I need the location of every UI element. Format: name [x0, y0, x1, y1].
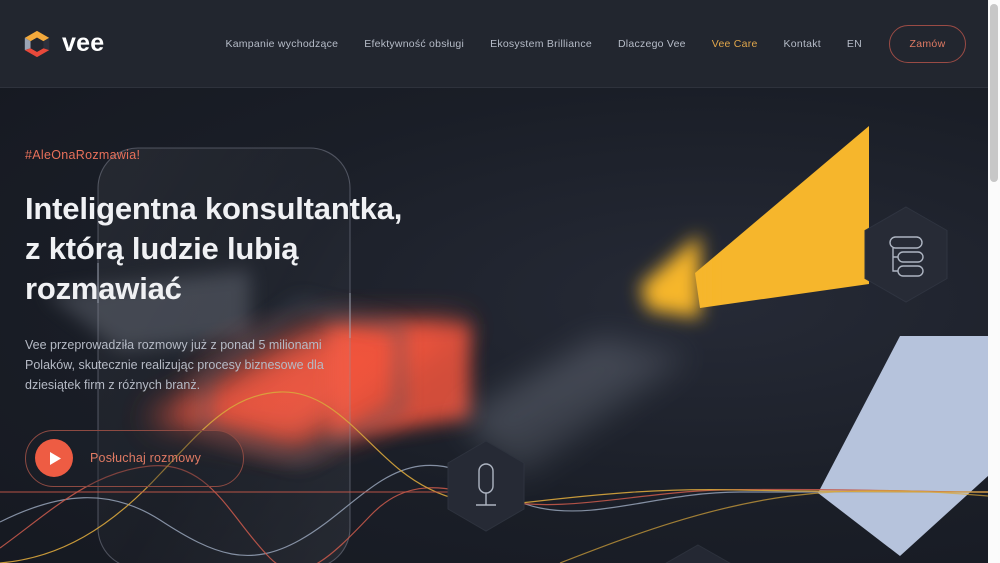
nav-item-language-en[interactable]: EN [834, 38, 875, 50]
sitemap-icon [889, 236, 924, 277]
nav-item-ekosystem-brilliance[interactable]: Ekosystem Brilliance [477, 38, 605, 50]
logo[interactable]: vee [22, 29, 104, 59]
nav-item-vee-care[interactable]: Vee Care [699, 38, 771, 50]
page-title: Inteligentna konsultantka, z którą ludzi… [25, 191, 403, 306]
hero-hashtag: #AleOnaRozmawia! [25, 148, 141, 162]
site-header: vee Kampanie wychodzące Efektywność obsł… [0, 0, 988, 88]
microphone-icon [476, 463, 496, 506]
nav-item-efektywnosc-obslugi[interactable]: Efektywność obsługi [351, 38, 477, 50]
wave-gold-tail [559, 489, 988, 563]
hero-section: #AleOnaRozmawia! Inteligentna konsultant… [0, 88, 988, 563]
vertical-scrollbar-thumb[interactable] [990, 4, 998, 182]
nav-item-kampanie-wychodzace[interactable]: Kampanie wychodzące [212, 38, 351, 50]
blue-parallelogram [818, 336, 988, 556]
yellow-parallelogram [640, 126, 869, 318]
nav-item-kontakt[interactable]: Kontakt [771, 38, 834, 50]
play-icon [35, 439, 73, 478]
order-button[interactable]: Zamów [889, 24, 966, 63]
white-light-streak [460, 338, 690, 478]
hero-copy: #AleOnaRozmawia! Inteligentna konsultant… [25, 148, 455, 487]
logo-text: vee [62, 29, 105, 57]
vee-hex-logo-icon [22, 29, 52, 59]
page-root: vee Kampanie wychodzące Efektywność obsł… [0, 0, 1000, 563]
main-nav: Kampanie wychodzące Efektywność obsługi … [212, 38, 875, 50]
hero-subtitle: Vee przeprowadziła rozmowy już z ponad 5… [25, 337, 324, 393]
listen-button-label: Posłuchaj rozmowy [90, 451, 202, 466]
nav-item-dlaczego-vee[interactable]: Dlaczego Vee [605, 38, 699, 50]
listen-to-conversation-button[interactable]: Posłuchaj rozmowy [25, 429, 244, 487]
